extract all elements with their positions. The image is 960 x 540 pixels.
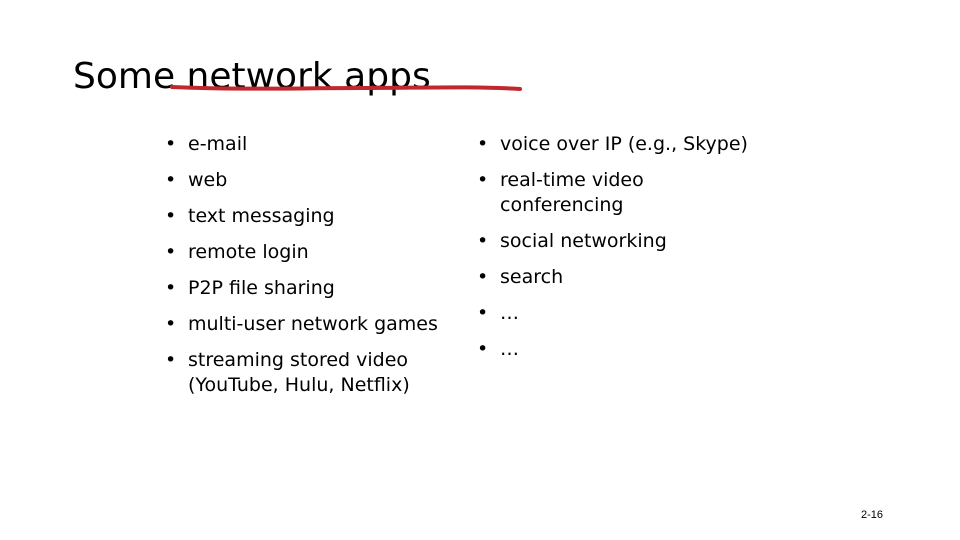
- bullet-icon: •: [165, 205, 177, 227]
- list-item: • e-mail: [165, 133, 248, 155]
- bullet-icon: •: [477, 169, 489, 191]
- list-item: • search: [477, 266, 564, 288]
- list-item: • social networking: [477, 230, 667, 252]
- list-item: • streaming stored video (YouTube, Hulu, …: [165, 349, 410, 396]
- bullet-icon: •: [477, 266, 489, 288]
- left-bullet-list: • e-mail • web • text messaging • remote log…: [165, 132, 465, 409]
- bullet-icon: •: [165, 277, 177, 299]
- bullet-icon: •: [165, 169, 177, 191]
- list-item: • voice over IP (e.g., Skype): [477, 133, 748, 155]
- list-item: • text messaging: [165, 205, 335, 227]
- bullet-icon: •: [165, 241, 177, 263]
- list-item: •…: [477, 338, 519, 360]
- bullet-icon: •: [477, 133, 489, 155]
- list-item: • P2P file sharing: [165, 277, 335, 299]
- bullet-icon: •: [165, 133, 177, 155]
- bullet-icon: •: [165, 349, 177, 371]
- bullet-icon: •: [165, 313, 177, 335]
- list-item: • real-time video conferencing: [477, 169, 644, 216]
- right-bullet-list: • voice over IP (e.g., Skype) • real-time …: [477, 132, 777, 373]
- list-item: • multi-user network games: [165, 313, 438, 335]
- bullet-icon: •: [477, 302, 489, 324]
- bullet-icon: •: [477, 338, 489, 360]
- list-item: • remote login: [165, 241, 309, 263]
- list-item: •…: [477, 302, 519, 324]
- page-number: 2-16: [861, 509, 884, 521]
- list-item: • web: [165, 169, 228, 191]
- bullet-icon: •: [477, 230, 489, 252]
